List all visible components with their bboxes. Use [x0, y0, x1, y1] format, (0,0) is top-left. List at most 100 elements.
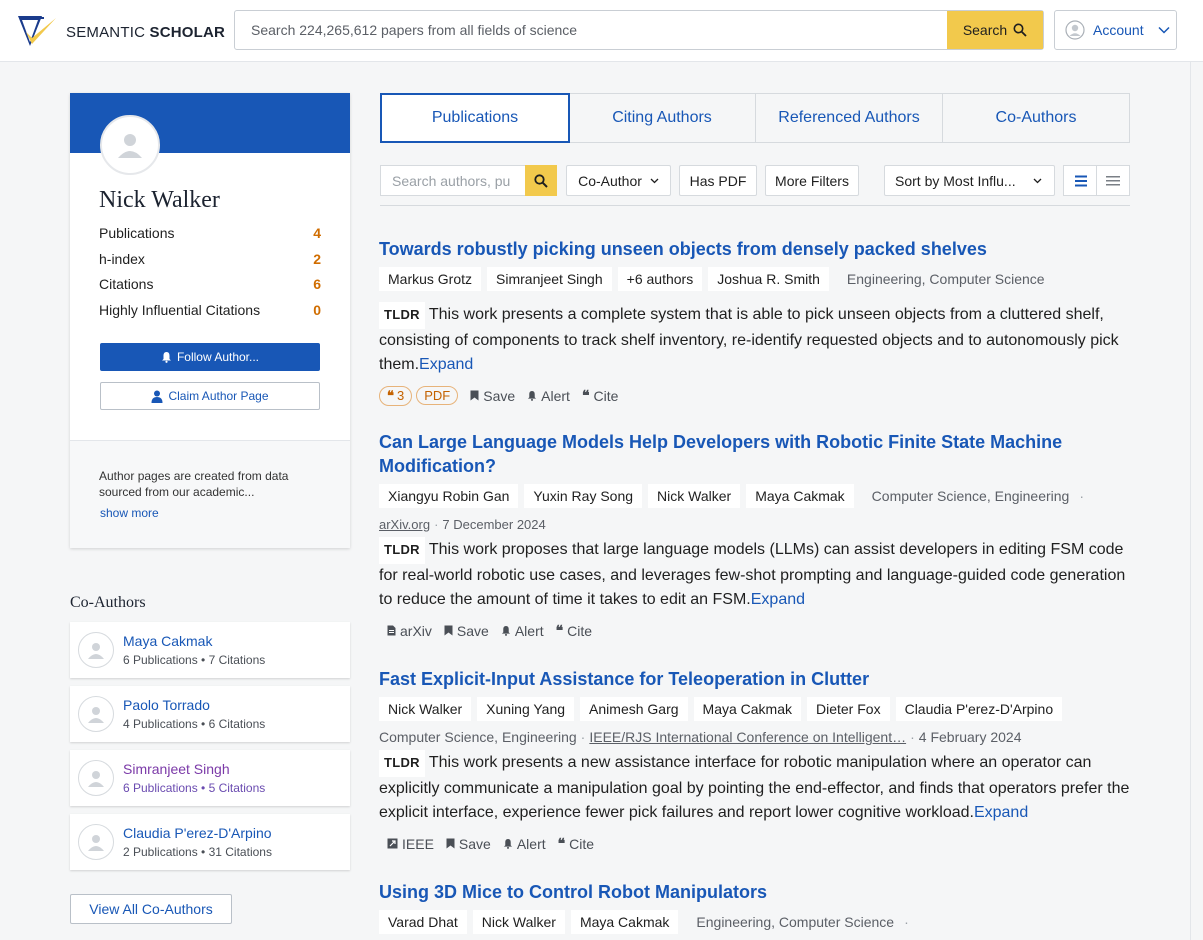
scrollbar-track[interactable] — [1190, 62, 1203, 940]
has-pdf-filter-button[interactable]: Has PDF — [679, 165, 757, 196]
expand-link[interactable]: Expand — [751, 591, 805, 608]
author-chip[interactable]: Maya Cakmak — [693, 697, 801, 721]
paper-title[interactable]: Using 3D Mice to Control Robot Manipulat… — [379, 882, 767, 902]
author-chip[interactable]: Markus Grotz — [379, 267, 482, 291]
show-more-link[interactable]: show more — [100, 506, 159, 520]
paper-tldr: TLDR This work presents a new assistance … — [379, 750, 1131, 826]
author-chip[interactable]: Varad Dhat — [379, 910, 467, 934]
venue-link[interactable]: IEEE/RJS International Conference on Int… — [589, 729, 906, 745]
author-chip[interactable]: Simranjeet Singh — [487, 267, 612, 291]
author-chip[interactable]: Nick Walker — [648, 484, 741, 508]
bell-icon — [503, 836, 513, 852]
alert-button[interactable]: Alert — [503, 836, 546, 852]
publication-search-button[interactable] — [525, 165, 557, 196]
alert-button[interactable]: Alert — [527, 388, 570, 404]
author-chip[interactable]: Maya Cakmak — [746, 484, 854, 508]
more-authors-chip[interactable]: +6 authors — [617, 267, 703, 291]
author-note-section: Author pages are created from data sourc… — [70, 440, 350, 548]
paper-fields: Engineering, Computer Science — [696, 914, 895, 930]
cite-button[interactable]: ❝ Cite — [556, 622, 592, 639]
more-filters-button[interactable]: More Filters — [765, 165, 859, 196]
coauthor-card[interactable]: Maya Cakmak 6 Publications • 7 Citations — [70, 622, 350, 678]
paper-card: Towards robustly picking unseen objects … — [379, 237, 1139, 407]
stat-h-index[interactable]: h-index 2 — [99, 249, 321, 275]
cite-button[interactable]: ❝ Cite — [582, 387, 618, 404]
coauthor-name[interactable]: Simranjeet Singh — [123, 761, 230, 777]
claim-author-button[interactable]: Claim Author Page — [100, 382, 320, 410]
paper-title[interactable]: Towards robustly picking unseen objects … — [379, 239, 987, 259]
paper-authors: Markus Grotz Simranjeet Singh +6 authors… — [379, 266, 1139, 292]
quote-icon: ❝ — [557, 835, 566, 851]
tab-publications[interactable]: Publications — [380, 93, 570, 143]
paper-fields: Computer Science, Engineering — [379, 729, 577, 745]
paper-title[interactable]: Can Large Language Models Help Developer… — [379, 430, 1079, 478]
author-avatar — [100, 115, 160, 175]
coauthor-name[interactable]: Maya Cakmak — [123, 633, 212, 649]
chevron-down-icon — [1033, 178, 1042, 184]
save-button[interactable]: Save — [446, 836, 491, 852]
citation-count-badge[interactable]: ❝ 3 — [379, 385, 413, 406]
tab-co-authors[interactable]: Co-Authors — [943, 94, 1129, 142]
paper-fields: Engineering, Computer Science — [846, 271, 1045, 287]
sort-dropdown[interactable]: Sort by Most Influ... — [884, 165, 1055, 196]
paper-actions: IEEE Save Alert ❝ Cite — [379, 833, 1139, 855]
top-header: SEMANTIC SCHOLAR Search Account — [0, 0, 1203, 62]
author-chip[interactable]: Joshua R. Smith — [708, 267, 829, 291]
separator-dot: · — [910, 729, 915, 745]
author-chip[interactable]: Yuxin Ray Song — [524, 484, 643, 508]
alert-button[interactable]: Alert — [501, 623, 544, 639]
author-chip[interactable]: Maya Cakmak — [570, 910, 679, 934]
stat-publications[interactable]: Publications 4 — [99, 223, 321, 249]
list-view-icon — [1074, 174, 1088, 188]
author-chip[interactable]: Animesh Garg — [580, 697, 688, 721]
author-chip[interactable]: Nick Walker — [472, 910, 565, 934]
pdf-badge[interactable]: PDF — [416, 386, 459, 405]
coauthor-filter-dropdown[interactable]: Co-Author — [566, 165, 671, 196]
expand-link[interactable]: Expand — [419, 356, 473, 373]
compact-view-toggle[interactable] — [1096, 165, 1130, 196]
venue-link[interactable]: arXiv.org — [379, 517, 430, 532]
author-chip[interactable]: Nick Walker — [379, 697, 472, 721]
external-link-icon — [387, 836, 398, 852]
search-icon — [1013, 23, 1027, 37]
cite-label: Cite — [567, 622, 593, 639]
coauthor-card[interactable]: Claudia P'erez-D'Arpino 2 Publications •… — [70, 814, 350, 870]
paper-title[interactable]: Fast Explicit-Input Assistance for Teleo… — [379, 669, 869, 689]
claim-author-label: Claim Author Page — [168, 389, 269, 403]
save-button[interactable]: Save — [470, 388, 515, 404]
list-view-toggle[interactable] — [1063, 165, 1097, 196]
source-link[interactable]: IEEE — [387, 836, 434, 852]
stat-citations[interactable]: Citations 6 — [99, 274, 321, 300]
chevron-down-icon — [650, 178, 659, 184]
author-chip[interactable]: Claudia P'erez-D'Arpino — [895, 697, 1063, 721]
tab-citing-authors[interactable]: Citing Authors — [569, 94, 756, 142]
follow-author-button[interactable]: Follow Author... — [100, 343, 320, 371]
person-icon — [88, 707, 104, 723]
coauthor-card[interactable]: Simranjeet Singh 6 Publications • 5 Cita… — [70, 750, 350, 806]
search-input[interactable] — [235, 11, 947, 49]
tldr-badge: TLDR — [379, 302, 425, 329]
source-link[interactable]: arXiv — [387, 623, 432, 639]
tab-referenced-authors[interactable]: Referenced Authors — [756, 94, 943, 142]
expand-link[interactable]: Expand — [974, 804, 1028, 821]
account-button[interactable]: Account — [1054, 10, 1177, 50]
save-button[interactable]: Save — [444, 623, 489, 639]
quote-icon: ❝ — [387, 387, 394, 403]
semantic-scholar-logo[interactable]: SEMANTIC SCHOLAR — [16, 12, 225, 53]
tldr-badge: TLDR — [379, 537, 425, 564]
search-button-label: Search — [962, 22, 1008, 38]
author-chip[interactable]: Xuning Yang — [477, 697, 575, 721]
stat-influential-citations[interactable]: Highly Influential Citations 0 — [99, 300, 321, 326]
separator-dot: · — [904, 914, 909, 930]
author-chip[interactable]: Xiangyu Robin Gan — [379, 484, 519, 508]
coauthor-card[interactable]: Paolo Torrado 4 Publications • 6 Citatio… — [70, 686, 350, 742]
coauthor-name[interactable]: Claudia P'erez-D'Arpino — [123, 825, 272, 841]
coauthor-name[interactable]: Paolo Torrado — [123, 697, 210, 713]
author-chip[interactable]: Dieter Fox — [807, 697, 890, 721]
search-button[interactable]: Search — [947, 11, 1043, 49]
logo-text-scholar: SCHOLAR — [149, 24, 226, 41]
publication-search-input[interactable] — [380, 165, 526, 196]
view-all-coauthors-button[interactable]: View All Co-Authors — [70, 894, 232, 924]
cite-button[interactable]: ❝ Cite — [558, 835, 594, 852]
paper-tldr: TLDR This work proposes that large langua… — [379, 537, 1131, 613]
